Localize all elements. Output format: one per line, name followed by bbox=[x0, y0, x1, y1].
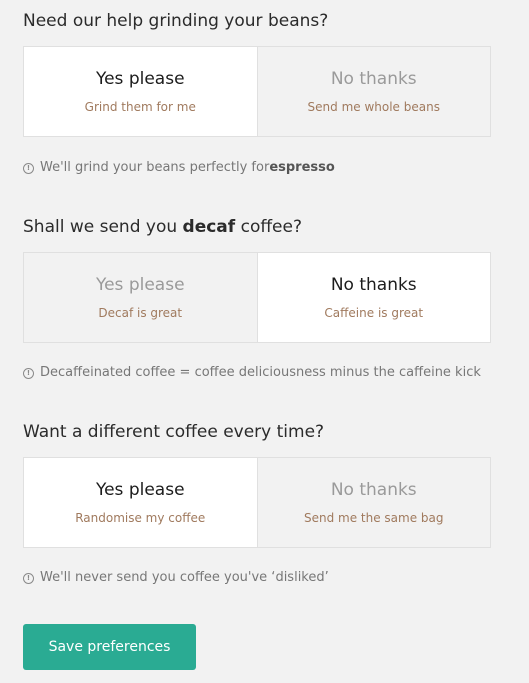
option-subtitle: Decaf is great bbox=[98, 306, 183, 320]
grinding-section: Need our help grinding your beans? Yes p… bbox=[23, 10, 491, 175]
info-icon: ! bbox=[23, 367, 34, 379]
decaf-question: Shall we send you decaf coffee? bbox=[23, 217, 302, 237]
option-subtitle: Send me the same bag bbox=[303, 511, 444, 525]
option-title: Yes please bbox=[95, 69, 185, 89]
decaf-section: Shall we send you decaf coffee? Yes plea… bbox=[23, 216, 491, 380]
grinding-yes-option[interactable]: Yes please Grind them for me bbox=[24, 47, 257, 136]
info-icon: ! bbox=[23, 162, 34, 174]
variety-options: Yes please Randomise my coffee No thanks… bbox=[23, 457, 491, 548]
grinding-options: Yes please Grind them for me No thanks S… bbox=[23, 46, 491, 137]
variety-hint: ! We'll never send you coffee you've ‘di… bbox=[23, 569, 329, 587]
decaf-yes-option[interactable]: Yes please Decaf is great bbox=[24, 253, 257, 342]
decaf-options: Yes please Decaf is great No thanks Caff… bbox=[23, 252, 491, 343]
info-icon: ! bbox=[23, 572, 34, 584]
decaf-no-option[interactable]: No thanks Caffeine is great bbox=[256, 253, 490, 342]
grinding-question: Need our help grinding your beans? bbox=[23, 11, 329, 31]
grinding-no-option[interactable]: No thanks Send me whole beans bbox=[256, 47, 491, 136]
save-preferences-button[interactable]: Save preferences bbox=[23, 624, 196, 670]
variety-section: Want a different coffee every time? Yes … bbox=[23, 421, 491, 585]
variety-question: Want a different coffee every time? bbox=[23, 422, 325, 442]
option-subtitle: Caffeine is great bbox=[324, 306, 424, 320]
option-title: No thanks bbox=[330, 275, 417, 295]
option-subtitle: Randomise my coffee bbox=[75, 511, 206, 525]
variety-yes-option[interactable]: Yes please Randomise my coffee bbox=[24, 458, 257, 547]
option-subtitle: Grind them for me bbox=[84, 100, 196, 114]
option-subtitle: Send me whole beans bbox=[307, 100, 440, 114]
grinding-hint: ! We'll grind your beans perfectly for e… bbox=[23, 159, 335, 177]
option-title: No thanks bbox=[330, 69, 417, 89]
option-title: No thanks bbox=[330, 480, 417, 500]
decaf-hint: ! Decaffeinated coffee = coffee deliciou… bbox=[23, 364, 481, 382]
option-title: Yes please bbox=[95, 480, 185, 500]
option-title: Yes please bbox=[95, 275, 185, 295]
variety-no-option[interactable]: No thanks Send me the same bag bbox=[256, 458, 491, 547]
